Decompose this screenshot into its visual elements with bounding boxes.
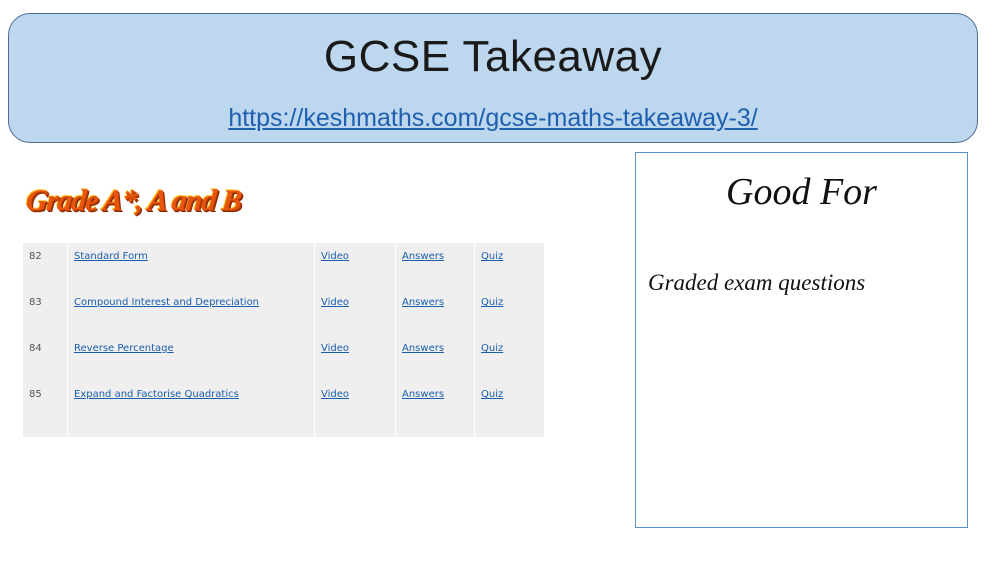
table-row: 83 Compound Interest and Depreciation Vi…	[23, 289, 544, 335]
answers-link[interactable]: Answers	[402, 297, 444, 308]
banner-link[interactable]: https://keshmaths.com/gcse-maths-takeawa…	[9, 104, 977, 133]
answers-link[interactable]: Answers	[402, 389, 444, 400]
video-link[interactable]: Video	[321, 343, 349, 354]
answers-link[interactable]: Answers	[402, 343, 444, 354]
table-row: 82 Standard Form Video Answers Quiz	[23, 243, 544, 289]
table-row: 85 Expand and Factorise Quadratics Video…	[23, 381, 544, 437]
grade-heading-prefix: Grade A*,	[24, 184, 145, 217]
grade-heading: Grade A*, A and B	[24, 184, 243, 218]
topic-table: 82 Standard Form Video Answers Quiz 83 C…	[23, 243, 544, 437]
quiz-link[interactable]: Quiz	[481, 343, 503, 354]
topic-link[interactable]: Compound Interest and Depreciation	[74, 297, 259, 308]
topic-number: 83	[23, 289, 68, 335]
video-link[interactable]: Video	[321, 389, 349, 400]
grade-heading-suffix: A and B	[140, 184, 243, 217]
topic-link[interactable]: Reverse Percentage	[74, 343, 174, 354]
topic-number: 82	[23, 243, 68, 289]
topic-link[interactable]: Expand and Factorise Quadratics	[74, 389, 239, 400]
good-for-text: Graded exam questions	[648, 270, 866, 295]
answers-link[interactable]: Answers	[402, 251, 444, 262]
quiz-link[interactable]: Quiz	[481, 389, 503, 400]
table-row: 84 Reverse Percentage Video Answers Quiz	[23, 335, 544, 381]
good-for-title: Good For	[726, 171, 877, 213]
topic-number: 84	[23, 335, 68, 381]
quiz-link[interactable]: Quiz	[481, 297, 503, 308]
good-for-box: Good For Graded exam questions	[635, 152, 968, 528]
video-link[interactable]: Video	[321, 297, 349, 308]
topic-number: 85	[23, 381, 68, 437]
banner-title: GCSE Takeaway	[323, 32, 663, 81]
title-banner: GCSE Takeaway https://keshmaths.com/gcse…	[8, 13, 978, 143]
video-link[interactable]: Video	[321, 251, 349, 262]
quiz-link[interactable]: Quiz	[481, 251, 503, 262]
topic-link[interactable]: Standard Form	[74, 251, 148, 262]
